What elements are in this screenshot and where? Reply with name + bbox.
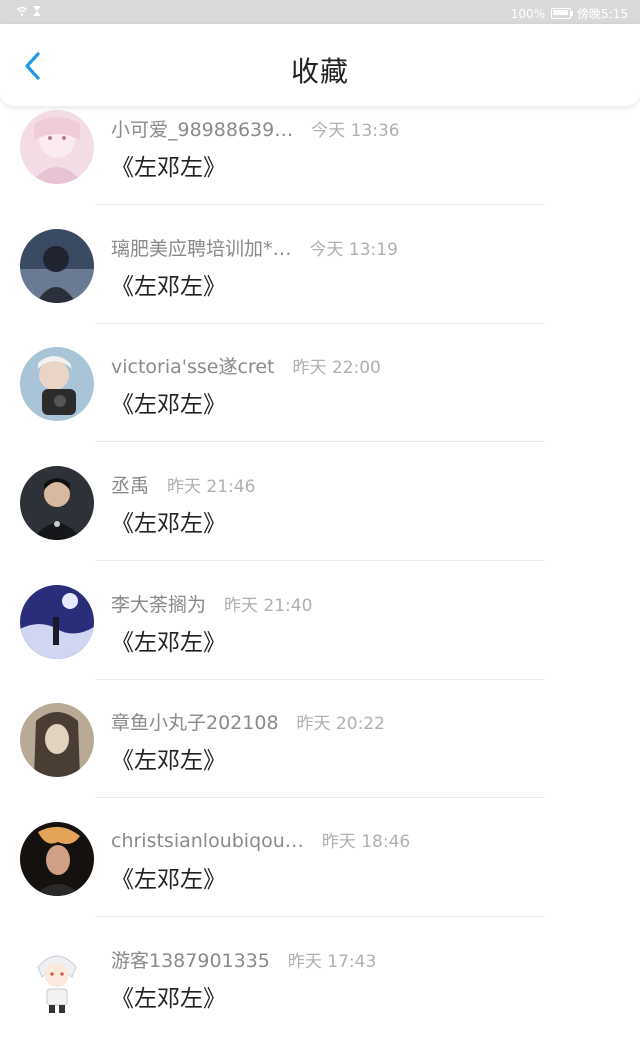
username[interactable]: 游客1387901335 [111,946,270,973]
avatar[interactable] [20,703,94,778]
status-icons-left [16,5,42,17]
list-item[interactable]: 游客1387901335 昨天 17:43 《左邓左》 [0,937,640,1056]
item-meta: 章鱼小丸子202108 昨天 20:22 [111,708,385,735]
avatar[interactable] [20,347,94,422]
divider [95,322,545,324]
username[interactable]: victoria'sse遂cret [111,352,274,379]
timestamp: 昨天 18:46 [321,832,411,853]
divider [95,204,545,205]
avatar[interactable] [20,228,94,303]
divider [95,916,545,918]
status-icons-right: 100% 傍晚5:15 [511,5,628,22]
item-meta: 游客1387901335 昨天 17:43 [111,946,376,973]
item-title[interactable]: 《左邓左》 [111,860,226,894]
divider [95,678,545,680]
timestamp: 昨天 20:22 [296,714,385,735]
list-item[interactable]: 丞禹 昨天 21:46 《左邓左》 [0,462,640,581]
battery-percent: 100% [510,6,546,21]
list-item[interactable]: 璃肥美应聘培训加*… 今天 13:19 《左邓左》 [0,225,640,344]
item-title[interactable]: 《左邓左》 [111,623,226,657]
list-item[interactable]: victoria'sse遂cret 昨天 22:00 《左邓左》 [0,343,640,462]
username[interactable]: 李大荼搁为 [111,590,206,617]
item-title[interactable]: 《左邓左》 [111,504,226,538]
item-meta: 丞禹 昨天 21:46 [111,471,255,498]
timestamp: 昨天 17:43 [287,951,377,972]
avatar[interactable] [20,466,94,541]
status-bar: 100% 傍晚5:15 [0,0,640,24]
favorites-list: 小可爱_98988639… 今天 13:36 《左邓左》 璃肥美应聘培训加*… … [0,106,640,1056]
hourglass-icon [33,6,41,16]
item-meta: christsianloubiqou… 昨天 18:46 [111,827,410,852]
item-meta: 小可爱_98988639… 今天 13:36 [111,115,400,142]
item-title[interactable]: 《左邓左》 [111,385,226,419]
divider [95,560,545,562]
avatar[interactable] [20,584,94,659]
timestamp: 昨天 22:00 [292,358,381,379]
header: 收藏 [0,24,640,106]
username[interactable]: 丞禹 [111,471,149,498]
username[interactable]: 小可爱_98988639… [111,115,293,142]
item-title[interactable]: 《左邓左》 [111,267,226,301]
item-meta: 璃肥美应聘培训加*… 今天 13:19 [111,234,398,261]
avatar[interactable] [20,940,94,1015]
timestamp: 昨天 21:46 [167,477,256,498]
wifi-icon [16,6,28,16]
item-title[interactable]: 《左邓左》 [111,148,226,182]
list-item[interactable]: 小可爱_98988639… 今天 13:36 《左邓左》 [0,106,640,225]
item-meta: 李大荼搁为 昨天 21:40 [111,590,312,617]
timestamp: 今天 13:19 [309,239,398,260]
battery-icon [551,8,574,19]
username[interactable]: 章鱼小丸子202108 [111,708,279,735]
clock: 傍晚5:15 [577,7,628,21]
divider [95,441,545,443]
avatar[interactable] [20,822,94,897]
item-meta: victoria'sse遂cret 昨天 22:00 [111,352,381,379]
divider [95,797,545,799]
avatar[interactable] [20,110,94,184]
item-title[interactable]: 《左邓左》 [111,741,226,775]
list-item[interactable]: 李大荼搁为 昨天 21:40 《左邓左》 [0,581,640,700]
timestamp: 昨天 21:40 [224,595,313,616]
username[interactable]: christsianloubiqou… [111,830,304,852]
page-title: 收藏 [290,55,349,88]
username[interactable]: 璃肥美应聘培训加*… [111,234,292,261]
list-item[interactable]: christsianloubiqou… 昨天 18:46 《左邓左》 [0,818,640,937]
timestamp: 今天 13:36 [311,121,400,141]
item-title[interactable]: 《左邓左》 [111,979,226,1013]
list-item[interactable]: 章鱼小丸子202108 昨天 20:22 《左邓左》 [0,699,640,818]
